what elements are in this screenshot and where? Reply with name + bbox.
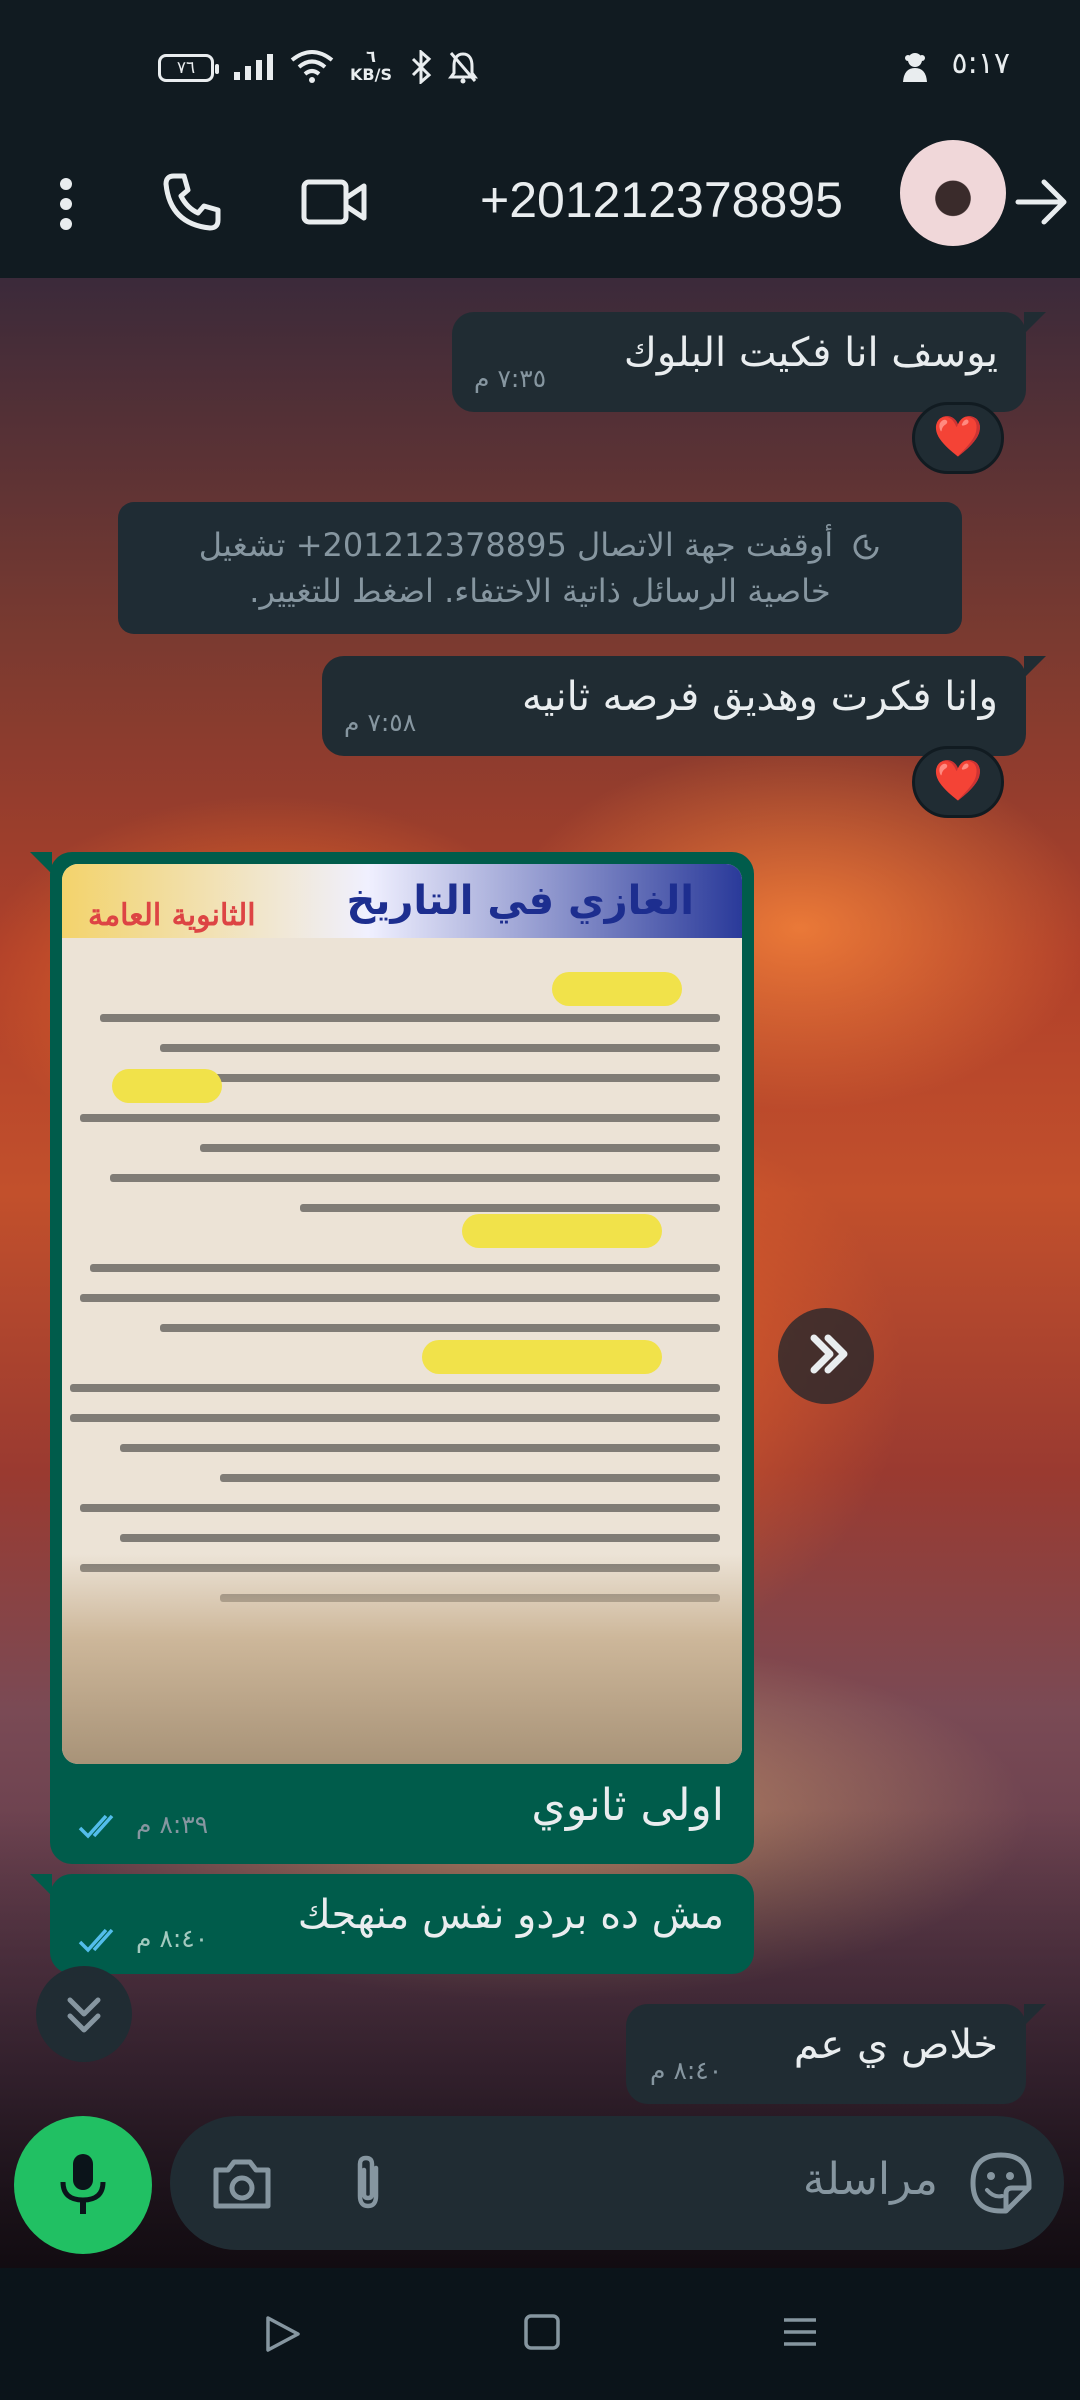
bluetooth-icon: [411, 50, 432, 84]
nav-home-icon[interactable]: [522, 2312, 562, 2352]
message-bubble-incoming[interactable]: وانا فكرت وهديق فرصه ثانيه ٧:٥٨ م: [322, 656, 1026, 756]
photo-page-title: الغازي في التاريخ: [346, 878, 694, 924]
wifi-icon: [290, 50, 334, 83]
network-speed-unit: KB/S: [350, 65, 392, 84]
system-notice[interactable]: أوقفت جهة الاتصال ‎+201212378895 تشغيل خ…: [118, 502, 962, 634]
text-line: [70, 1414, 720, 1422]
message-photo[interactable]: الغازي في التاريخ الثانوية العامة: [62, 864, 742, 1764]
read-ticks-icon: [78, 1814, 114, 1839]
highlight-tag: [462, 1214, 662, 1248]
message-time: ٨:٣٩ م: [136, 1810, 209, 1839]
text-line: [70, 1384, 720, 1392]
text-line: [160, 1044, 720, 1052]
pyramid-illustration: [62, 1554, 742, 1764]
forward-icon: [810, 1334, 848, 1374]
system-nav-bar: [0, 2268, 1080, 2400]
contact-name[interactable]: +201212378895: [480, 160, 900, 240]
emoji-sticker-icon[interactable]: [968, 2150, 1034, 2216]
text-line: [110, 1174, 720, 1182]
text-line: [160, 1324, 720, 1332]
highlight-tag: [422, 1340, 662, 1374]
battery-level: ٧٦: [176, 58, 196, 78]
message-text: مش ده بردو نفس منهجك: [297, 1892, 724, 1938]
text-line: [120, 1534, 720, 1542]
chat-header: +201212378895: [0, 130, 1080, 278]
video-icon[interactable]: [300, 170, 370, 234]
message-text: خلاص ي عم: [793, 2022, 998, 2068]
bell-muted-icon: [448, 52, 478, 84]
image-caption: اولى ثانوي: [531, 1780, 724, 1831]
notification-figure-icon: [903, 53, 927, 82]
read-ticks-icon: [78, 1928, 114, 1953]
reaction-badge[interactable]: ❤️: [912, 746, 1004, 818]
text-line: [120, 1444, 720, 1452]
text-line: [80, 1114, 720, 1122]
double-chevron-down-icon: [67, 1997, 101, 2033]
nav-back-icon[interactable]: [260, 2312, 304, 2356]
highlight-tag: [112, 1069, 222, 1103]
network-speed: ٦ KB/S: [350, 48, 392, 84]
system-notice-line1: أوقفت جهة الاتصال ‎+201212378895 تشغيل: [198, 526, 834, 564]
photo-page-badge: الثانوية العامة: [88, 898, 256, 933]
mic-icon: [60, 2154, 106, 2214]
bubble-tail: [1024, 656, 1046, 678]
bubble-tail: [1024, 312, 1046, 334]
mic-button[interactable]: [14, 2116, 152, 2254]
text-line: [90, 1264, 720, 1272]
attach-icon[interactable]: [346, 2152, 390, 2214]
message-text: يوسف انا فكيت البلوك: [623, 330, 998, 376]
forward-button[interactable]: [778, 1308, 874, 1404]
message-bubble-outgoing[interactable]: مش ده بردو نفس منهجك ٨:٤٠ م: [50, 1874, 754, 1974]
text-line: [100, 1014, 720, 1022]
more-vert-icon[interactable]: [46, 172, 86, 236]
bubble-tail: [1024, 2004, 1046, 2026]
text-line: [80, 1294, 720, 1302]
network-speed-value: ٦: [366, 47, 376, 66]
text-line: [220, 1474, 720, 1482]
compose-bar[interactable]: مراسلة: [170, 2116, 1064, 2250]
reaction-badge[interactable]: ❤️: [912, 402, 1004, 474]
message-bubble-incoming[interactable]: خلاص ي عم ٨:٤٠ م: [626, 2004, 1026, 2104]
message-text: وانا فكرت وهديق فرصه ثانيه: [521, 674, 998, 720]
message-time: ٨:٤٠ م: [650, 2056, 723, 2085]
message-time: ٧:٥٨ م: [344, 708, 417, 737]
status-bar: ٧٦ ٦ KB/S ٥:١٧: [0, 0, 1080, 130]
battery-icon: ٧٦: [158, 54, 219, 82]
message-time: ٨:٤٠ م: [136, 1924, 209, 1953]
message-input[interactable]: مراسلة: [803, 2154, 938, 2205]
back-arrow-icon[interactable]: [1014, 170, 1070, 234]
message-time: ٧:٣٥ م: [474, 364, 547, 393]
timer-icon: [853, 534, 879, 560]
clock: ٥:١٧: [951, 46, 1010, 81]
signal-icon: [234, 54, 273, 80]
text-line: [300, 1204, 720, 1212]
system-notice-line2: خاصية الرسائل ذاتية الاختفاء. اضغط للتغي…: [249, 572, 831, 610]
camera-icon[interactable]: [210, 2156, 274, 2212]
image-message-outgoing[interactable]: الغازي في التاريخ الثانوية العامة اولى ث…: [50, 852, 754, 1864]
nav-recents-icon[interactable]: [780, 2312, 820, 2352]
text-line: [80, 1504, 720, 1512]
bubble-tail: [30, 852, 52, 874]
highlight-tag: [552, 972, 682, 1006]
bubble-tail: [30, 1874, 52, 1896]
phone-icon[interactable]: [160, 170, 224, 234]
scroll-to-bottom-button[interactable]: [36, 1966, 132, 2062]
message-bubble-incoming[interactable]: يوسف انا فكيت البلوك ٧:٣٥ م: [452, 312, 1026, 412]
text-line: [200, 1144, 720, 1152]
avatar[interactable]: [900, 140, 1006, 246]
